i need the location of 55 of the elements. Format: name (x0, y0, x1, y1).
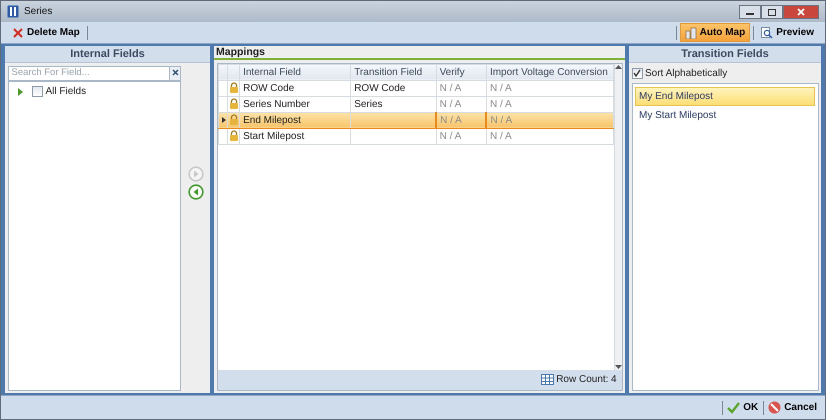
list-item[interactable]: My End Milepost (635, 86, 815, 106)
checkbox-label[interactable]: Sort Alphabetically (645, 66, 728, 80)
column-header[interactable]: Transition Field (350, 64, 436, 80)
table-cell: Series Number (240, 96, 351, 112)
checkbox[interactable] (632, 68, 642, 78)
maximize-button[interactable] (761, 4, 783, 18)
row-count-label: Row Count: (556, 373, 608, 387)
column-header[interactable]: Internal Field (240, 64, 351, 80)
column-header[interactable]: Import Voltage Conversion (486, 64, 613, 80)
close-icon (797, 8, 805, 16)
table-cell: N / A (486, 112, 613, 128)
table-cell: N / A (436, 96, 486, 112)
minimize-button[interactable] (739, 4, 761, 18)
row-pointer-icon (222, 116, 226, 123)
row-count: 4 (610, 373, 616, 387)
preview-button[interactable]: Preview (756, 23, 819, 42)
table-cell: N / A (486, 128, 613, 144)
close-button[interactable] (783, 4, 819, 18)
ok-button[interactable]: OK (725, 400, 760, 415)
scroll-up-icon (614, 64, 622, 68)
table-cell: ROW Code (350, 80, 436, 96)
move-left-button[interactable] (188, 184, 204, 200)
expand-icon[interactable] (16, 88, 24, 96)
no-entry-icon (768, 401, 782, 414)
table-cell: Series (350, 96, 436, 112)
cancel-button[interactable]: Cancel (766, 400, 819, 415)
panel-header: Internal Fields (5, 46, 210, 63)
grid-icon (540, 374, 554, 385)
checkbox[interactable] (32, 86, 43, 97)
list-item[interactable]: My Start Milepost (635, 106, 815, 124)
panel-header: Transition Fields (629, 46, 821, 63)
scrollbar[interactable] (614, 64, 622, 370)
panel-header: Mappings (214, 46, 625, 60)
table-cell: N / A (486, 80, 613, 96)
automap-button[interactable]: Auto Map (680, 23, 750, 42)
search-field[interactable]: Search For Field... (8, 66, 169, 80)
table-cell: N / A (436, 128, 486, 144)
table-cell: End Milepost (240, 112, 351, 128)
table-cell: Start Milepost (240, 128, 351, 144)
window-title: Series (24, 5, 52, 19)
table-cell: N / A (436, 80, 486, 96)
magnifier-icon (761, 26, 774, 38)
column-header[interactable]: Verify (436, 64, 486, 80)
delete-icon (12, 26, 24, 38)
maximize-icon (768, 8, 776, 16)
table-cell: ROW Code (240, 80, 351, 96)
app-icon (7, 5, 19, 18)
delete-button[interactable]: Delete Map (7, 23, 85, 42)
check-icon (633, 69, 641, 78)
check-icon (727, 402, 740, 414)
tree-item[interactable]: All Fields (46, 84, 86, 99)
table-cell: N / A (436, 112, 486, 128)
close-icon (172, 69, 178, 76)
clear-button[interactable] (169, 66, 181, 80)
table-cell: N / A (486, 96, 613, 112)
